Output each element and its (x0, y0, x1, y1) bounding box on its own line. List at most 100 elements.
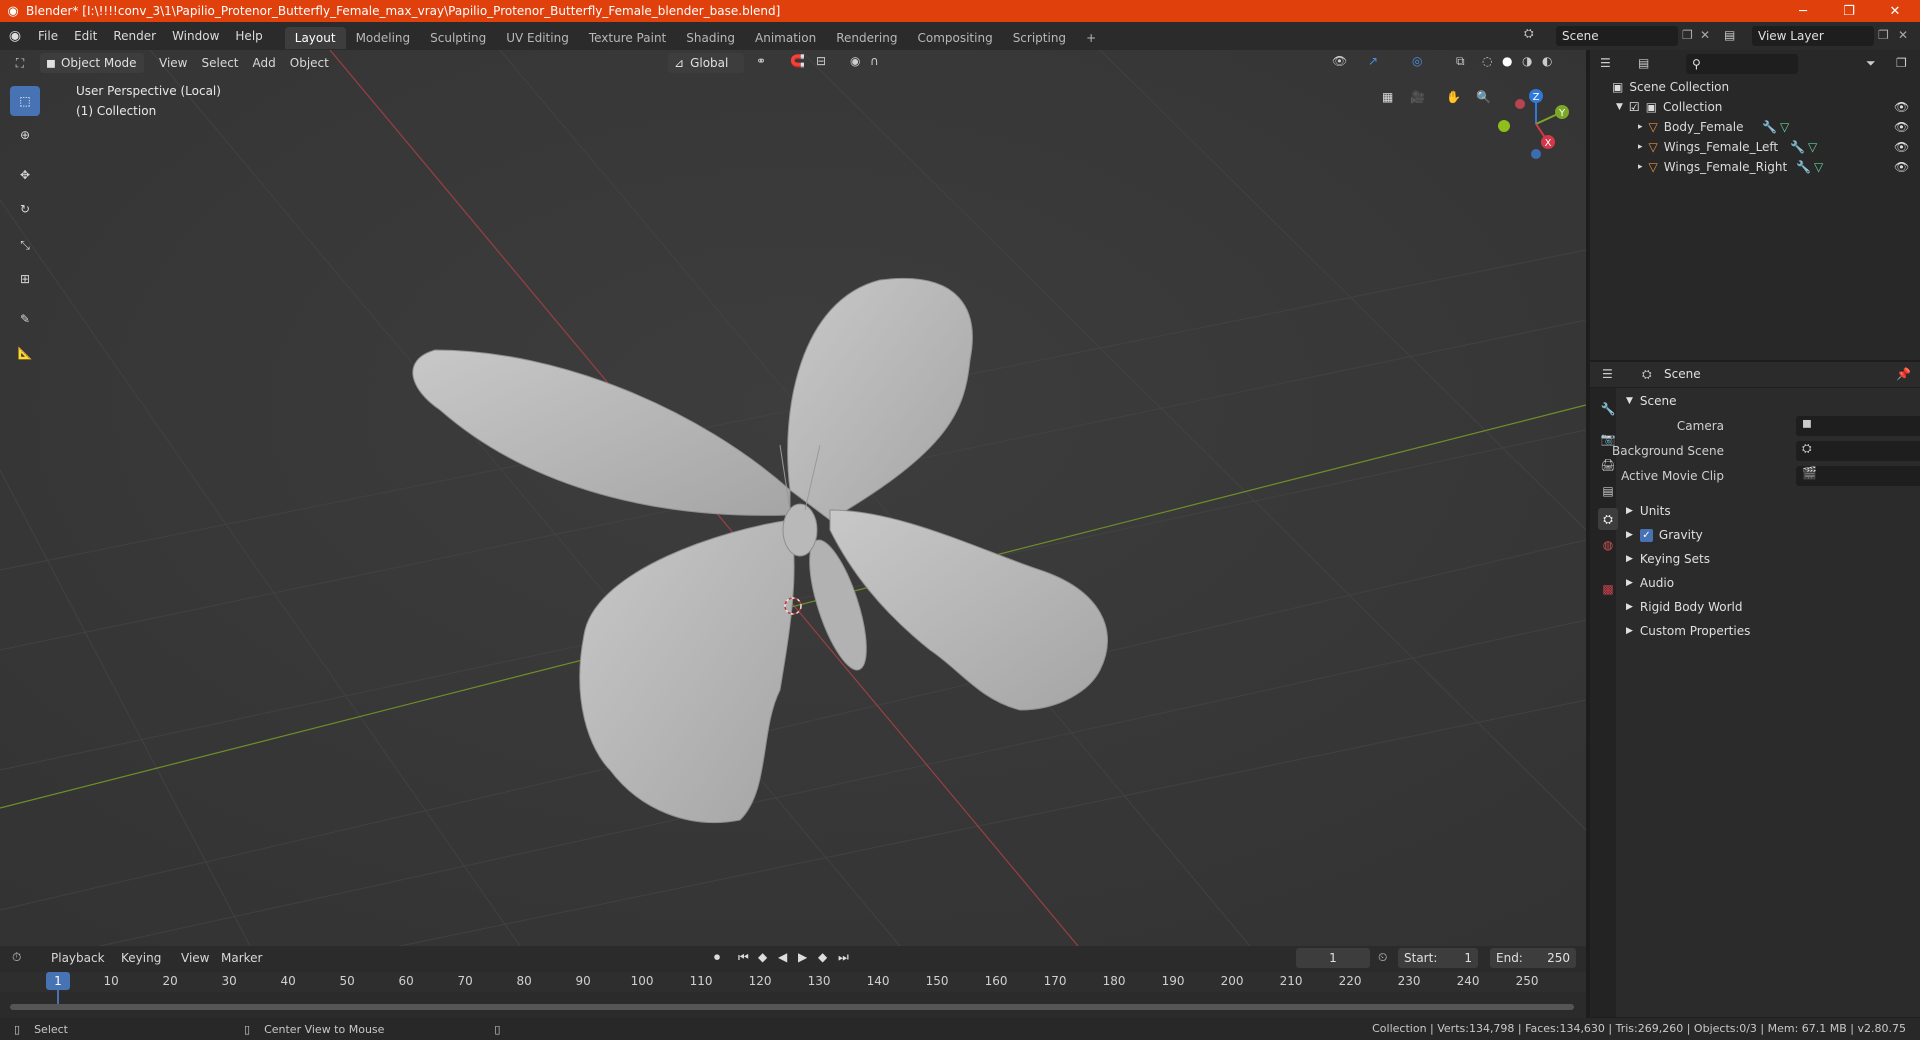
custom-properties-panel-header[interactable]: ▶ Custom Properties (1626, 620, 1918, 642)
transform-tool[interactable]: ⊞ (10, 264, 40, 294)
close-button[interactable]: ✕ (1872, 0, 1918, 22)
tab-animation[interactable]: Animation (745, 27, 826, 49)
scale-tool[interactable]: ⤡ (10, 230, 40, 260)
viewport-menu-object[interactable]: Object (283, 52, 336, 74)
new-view-layer-icon[interactable]: ❐ (1878, 28, 1889, 42)
tool-tab-icon[interactable]: 🔧 (1598, 398, 1618, 420)
background-scene-field[interactable]: ⛭ (1796, 441, 1920, 461)
timeline-menu-playback[interactable]: Playback (44, 947, 112, 969)
tab-shading[interactable]: Shading (676, 27, 745, 49)
next-keyframe-icon[interactable]: ◆ (818, 950, 827, 964)
tab-sculpting[interactable]: Sculpting (420, 27, 496, 49)
orientation-dropdown[interactable]: ⊿ Global (668, 53, 744, 73)
modifier-wrench-icon[interactable]: 🔧 (1790, 140, 1805, 154)
timeline-scrollbar[interactable] (10, 1004, 1574, 1010)
rigid-body-world-panel-header[interactable]: ▶ Rigid Body World (1626, 596, 1918, 618)
snap-icon[interactable]: 🧲 (790, 54, 805, 68)
pan-hand-icon[interactable]: ✋ (1446, 90, 1461, 104)
outliner-row-scene-collection[interactable]: ▣ Scene Collection (1590, 77, 1920, 97)
material-shading-icon[interactable]: ◑ (1522, 54, 1532, 68)
mesh-data-icon[interactable]: ▽ (1808, 140, 1817, 154)
start-frame-field[interactable]: Start: 1 (1398, 948, 1478, 968)
properties-editor-icon[interactable]: ☰ (1602, 367, 1613, 381)
visibility-icon[interactable]: 👁 (1332, 54, 1347, 68)
navigation-gizmo[interactable]: Z Y X (1486, 84, 1576, 164)
texture-tab-icon[interactable]: ▩ (1598, 578, 1618, 600)
viewport-menu-view[interactable]: View (152, 52, 194, 74)
record-icon[interactable]: ⏺ (714, 950, 720, 965)
active-movie-clip-field[interactable]: 🎬 (1796, 466, 1920, 486)
scene-selector[interactable]: Scene (1556, 26, 1678, 46)
play-icon[interactable]: ▶ (798, 950, 807, 964)
expand-arrow-icon[interactable]: ▸ (1638, 142, 1643, 152)
expand-arrow-icon[interactable]: ▸ (1638, 162, 1643, 172)
timeline-menu-keying[interactable]: Keying (114, 947, 168, 969)
delete-scene-icon[interactable]: ✕ (1700, 28, 1710, 42)
play-reverse-icon[interactable]: ◀ (778, 950, 787, 964)
tab-compositing[interactable]: Compositing (907, 27, 1002, 49)
delete-view-layer-icon[interactable]: ✕ (1898, 28, 1908, 42)
falloff-icon[interactable]: ∩ (870, 54, 879, 68)
expand-arrow-icon[interactable]: ▸ (1638, 122, 1643, 132)
visibility-eye-icon[interactable]: 👁 (1894, 100, 1909, 114)
outliner-row-wings-left[interactable]: ▸ ▽ Wings_Female_Left 🔧 ▽ 👁 (1590, 137, 1920, 157)
move-tool[interactable]: ✥ (10, 160, 40, 190)
current-frame-field[interactable]: 1 (1296, 948, 1370, 968)
tab-modeling[interactable]: Modeling (346, 27, 421, 49)
outliner-row-wings-right[interactable]: ▸ ▽ Wings_Female_Right 🔧 ▽ 👁 (1590, 157, 1920, 177)
jump-start-icon[interactable]: ⏮ (738, 950, 749, 965)
menu-render[interactable]: Render (105, 22, 164, 50)
gravity-panel-header[interactable]: ▶ ✓ Gravity (1626, 524, 1918, 546)
viewport-menu-select[interactable]: Select (194, 52, 245, 74)
gravity-checkbox[interactable]: ✓ (1639, 528, 1653, 542)
camera-view-icon[interactable]: 🎥 (1410, 90, 1425, 104)
view-layer-selector[interactable]: View Layer (1752, 26, 1874, 46)
world-tab-icon[interactable]: ◍ (1598, 534, 1618, 556)
minimize-button[interactable]: ─ (1780, 0, 1826, 22)
tab-scripting[interactable]: Scripting (1003, 27, 1076, 49)
tab-layout[interactable]: Layout (284, 26, 346, 49)
mesh-data-icon[interactable]: ▽ (1814, 160, 1823, 174)
prev-keyframe-icon[interactable]: ◆ (758, 950, 767, 964)
units-panel-header[interactable]: ▶ Units (1626, 500, 1918, 522)
editor-type-icon[interactable]: ⛶ (0, 56, 40, 71)
mesh-data-icon[interactable]: ▽ (1780, 120, 1789, 134)
timeline-editor-icon[interactable]: ⏱ (12, 950, 21, 965)
timeline-menu-view[interactable]: View (174, 947, 216, 969)
menu-edit[interactable]: Edit (66, 22, 105, 50)
visibility-eye-icon[interactable]: 👁 (1894, 160, 1909, 174)
rendered-shading-icon[interactable]: ◐ (1542, 54, 1552, 68)
add-workspace-button[interactable]: + (1076, 27, 1106, 49)
cursor-tool[interactable]: ⊕ (10, 120, 40, 150)
xray-icon[interactable]: ⧉ (1456, 54, 1465, 69)
snap-target-icon[interactable]: ⊟ (816, 54, 826, 68)
scene-panel-header[interactable]: ▼ Scene (1626, 390, 1918, 412)
outliner-search-input[interactable]: ⚲ (1686, 54, 1798, 74)
timeline-playhead[interactable]: 1 (46, 972, 70, 990)
pivot-icon[interactable]: ⚭ (756, 54, 766, 68)
select-box-tool[interactable]: ⬚ (10, 86, 40, 116)
blender-menu-icon[interactable]: ◉ (0, 28, 30, 44)
visibility-eye-icon[interactable]: 👁 (1894, 140, 1909, 154)
camera-field[interactable]: ◼✒ (1796, 416, 1920, 436)
gizmo-toggle-icon[interactable]: ↗ (1368, 54, 1378, 68)
outliner-row-collection[interactable]: ▼ ☑ ▣ Collection 👁 (1590, 97, 1920, 117)
grid-view-icon[interactable]: ▦ (1382, 90, 1393, 104)
wireframe-shading-icon[interactable]: ◌ (1482, 54, 1492, 68)
mode-dropdown[interactable]: ◼ Object Mode (40, 53, 144, 73)
tab-texture-paint[interactable]: Texture Paint (579, 27, 676, 49)
proportional-edit-icon[interactable]: ◉ (850, 54, 860, 68)
visibility-eye-icon[interactable]: 👁 (1894, 120, 1909, 134)
timeline-menu-marker[interactable]: Marker (214, 947, 269, 969)
modifier-wrench-icon[interactable]: 🔧 (1796, 160, 1811, 174)
display-mode-icon[interactable]: ▤ (1638, 56, 1649, 70)
measure-tool[interactable]: 📐 (10, 338, 40, 368)
outliner-row-body-female[interactable]: ▸ ▽ Body_Female 🔧 ▽ 👁 (1590, 117, 1920, 137)
restore-button[interactable]: ❐ (1826, 0, 1872, 22)
new-collection-icon[interactable]: ❐ (1896, 56, 1907, 70)
clock-icon[interactable]: ⏲ (1378, 950, 1387, 965)
menu-file[interactable]: File (30, 22, 66, 50)
pin-icon[interactable]: 📌 (1896, 367, 1911, 381)
3d-viewport[interactable]: User Perspective (Local) (1) Collection … (0, 50, 1586, 946)
tab-rendering[interactable]: Rendering (826, 27, 907, 49)
